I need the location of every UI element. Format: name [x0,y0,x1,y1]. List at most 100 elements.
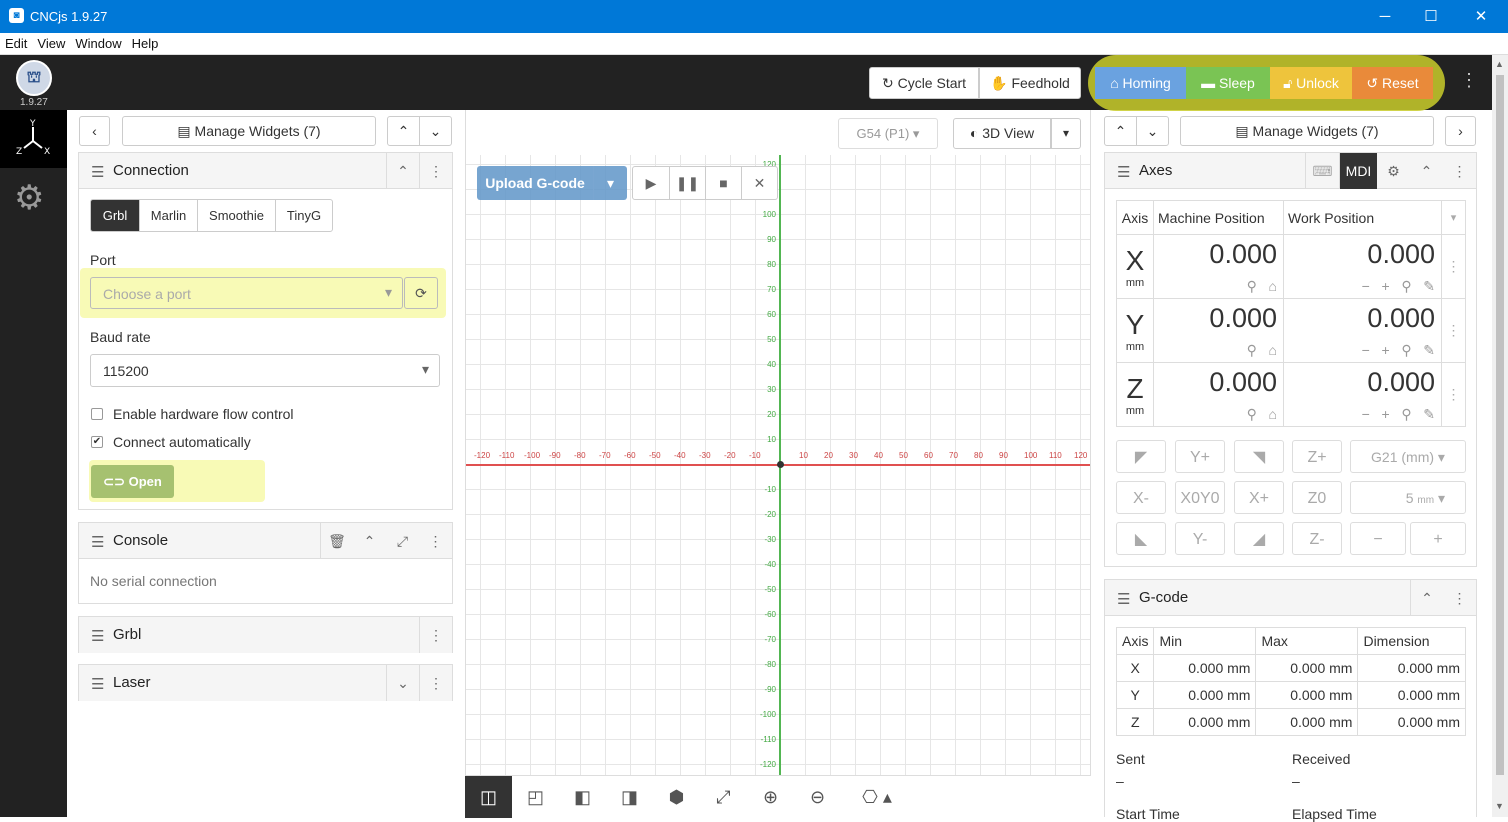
drag-handle-icon[interactable]: ☰ [1117,163,1130,181]
vertical-scrollbar[interactable]: ▲ ▼ [1492,55,1508,817]
manage-widgets-right-button[interactable]: ▤ Manage Widgets (7) [1180,116,1434,146]
cycle-start-button[interactable]: ↻ Cycle Start [869,67,979,99]
tab-smoothie[interactable]: Smoothie [197,200,275,231]
close-icon[interactable]: ✕ [741,167,777,199]
view-dropdown-button[interactable]: ▾ [1051,118,1081,149]
jog-zplus-button[interactable]: Z+ [1292,440,1342,473]
tab-marlin[interactable]: Marlin [139,200,197,231]
jog-xminus-yminus-icon[interactable]: ◣ [1116,522,1166,555]
gear-icon[interactable]: ⚙ [1377,153,1410,189]
manage-widgets-left-button[interactable]: ▤ Manage Widgets (7) [122,116,376,146]
menu-edit[interactable]: Edit [0,33,32,51]
keyboard-icon[interactable]: ⌨ [1305,153,1339,189]
units-select[interactable]: G21 (mm) ▾ [1350,440,1466,473]
drag-handle-icon[interactable]: ☰ [1117,590,1130,608]
unlock-button[interactable]: 🔓︎ Unlock [1270,67,1352,99]
close-button[interactable]: ✕ [1458,0,1504,33]
work-actions[interactable]: − + ⚲ ✎ [1284,334,1435,359]
jog-xminus-yplus-icon[interactable]: ◤ [1116,440,1166,473]
scroll-up-right-button[interactable]: ⌃ [1104,116,1137,146]
play-icon[interactable]: ▶ [633,167,669,199]
homing-button[interactable]: ⌂ Homing [1095,67,1186,99]
more-icon[interactable]: ⋮ [1443,580,1476,616]
work-actions[interactable]: − + ⚲ ✎ [1284,398,1435,423]
drag-handle-icon[interactable]: ☰ [91,163,104,181]
scroll-down-arrow-icon[interactable]: ▼ [1495,801,1504,811]
go-x0y0-button[interactable]: X0Y0 [1175,481,1225,514]
tab-grbl[interactable]: Grbl [91,200,139,231]
minimize-button[interactable]: ─ [1362,0,1408,33]
visualizer-canvas[interactable]: -120 -110 -100 -90 -80 -70 -60 -50 -40 -30 -20 -10 1… [465,110,1091,817]
expand-icon[interactable]: ⤢ [386,523,419,559]
sidebar-item-axes[interactable]: Y Z X [0,110,67,168]
3d-view-icon[interactable]: ◫ [465,776,512,818]
zoom-out-icon[interactable]: ⊖ [794,776,841,818]
more-icon[interactable]: ⋮ [1441,298,1466,363]
jog-xplus-yplus-icon[interactable]: ◥ [1234,440,1284,473]
more-icon[interactable]: ⋮ [419,523,452,559]
more-icon[interactable]: ⋮ [1441,362,1466,427]
jog-zminus-button[interactable]: Z- [1292,522,1342,555]
feedhold-button[interactable]: ✋ Feedhold [979,67,1081,99]
expand-chevron-icon[interactable]: ⌄ [386,665,419,701]
more-icon[interactable]: ⋮ [1441,234,1466,299]
more-icon[interactable]: ⋮ [1443,153,1476,189]
menu-help[interactable]: Help [127,33,164,51]
scroll-down-left-button[interactable]: ⌄ [419,116,452,146]
auto-connect-checkbox[interactable]: ✔ [91,436,103,448]
more-icon[interactable]: ⋮ [419,665,452,701]
chevron-down-icon[interactable]: ▾ [1441,200,1466,235]
mdi-button[interactable]: MDI [1339,153,1377,189]
jog-yminus-button[interactable]: Y- [1175,522,1225,555]
scroll-up-left-button[interactable]: ⌃ [387,116,420,146]
go-z0-button[interactable]: Z0 [1292,481,1342,514]
zoom-in-icon[interactable]: ⊕ [747,776,794,818]
more-menu-icon[interactable]: ⋮ [1460,70,1478,91]
isometric-view-icon[interactable]: ⬢ [653,776,700,818]
tab-tinyg[interactable]: TinyG [275,200,332,231]
refresh-ports-button[interactable]: ⟳ [404,277,438,309]
drag-handle-icon[interactable]: ☰ [91,533,104,551]
jog-xminus-button[interactable]: X- [1116,481,1166,514]
menu-view[interactable]: View [32,33,70,51]
upload-gcode-button[interactable]: Upload G-code [477,166,593,200]
scroll-down-right-button[interactable]: ⌄ [1136,116,1169,146]
step-select[interactable]: 5 mm ▾ [1350,481,1466,514]
scroll-up-arrow-icon[interactable]: ▲ [1495,59,1504,69]
top-view-icon[interactable]: ◰ [512,776,559,818]
sleep-button[interactable]: ▬ Sleep [1186,67,1270,99]
collapse-icon[interactable]: ⌃ [1410,153,1443,189]
fit-icon[interactable]: ⤢ [700,776,747,818]
wcs-select[interactable]: G54 (P1) ▾ [838,118,938,149]
view-toggle-button[interactable]: ◐ 3D View [953,118,1051,149]
step-increase-button[interactable]: + [1410,522,1466,555]
machine-actions[interactable]: ⚲ ⌂ [1154,270,1277,295]
drag-handle-icon[interactable]: ☰ [91,675,104,693]
port-select[interactable]: Choose a port ▾ [90,277,403,309]
stop-icon[interactable]: ■ [705,167,741,199]
collapse-left-button[interactable]: ‹ [79,116,110,146]
baud-rate-select[interactable]: 115200 ▾ [90,354,440,387]
jog-yplus-button[interactable]: Y+ [1175,440,1225,473]
work-actions[interactable]: − + ⚲ ✎ [1284,270,1435,295]
drag-handle-icon[interactable]: ☰ [91,627,104,645]
right-view-icon[interactable]: ◨ [606,776,653,818]
more-icon[interactable]: ⋮ [419,153,452,189]
collapse-icon[interactable]: ⌃ [386,153,419,189]
front-view-icon[interactable]: ◧ [559,776,606,818]
step-decrease-button[interactable]: − [1350,522,1406,555]
upload-dropdown-icon[interactable]: ▾ [593,166,627,200]
cncjs-logo[interactable]: ⛫ [16,60,52,96]
collapse-right-button[interactable]: › [1445,116,1476,146]
menu-window[interactable]: Window [70,33,126,51]
scrollbar-thumb[interactable] [1496,75,1504,775]
camera-mode-icon[interactable]: ⎔ ▴ [847,776,907,818]
jog-xplus-yminus-icon[interactable]: ◢ [1234,522,1284,555]
jog-xplus-button[interactable]: X+ [1234,481,1284,514]
flow-control-checkbox[interactable] [91,408,103,420]
maximize-button[interactable]: ☐ [1408,0,1454,33]
reset-button[interactable]: ↺ Reset [1352,67,1433,99]
settings-gear-icon[interactable]: ⚙ [14,178,44,218]
machine-actions[interactable]: ⚲ ⌂ [1154,334,1277,359]
machine-actions[interactable]: ⚲ ⌂ [1154,398,1277,423]
